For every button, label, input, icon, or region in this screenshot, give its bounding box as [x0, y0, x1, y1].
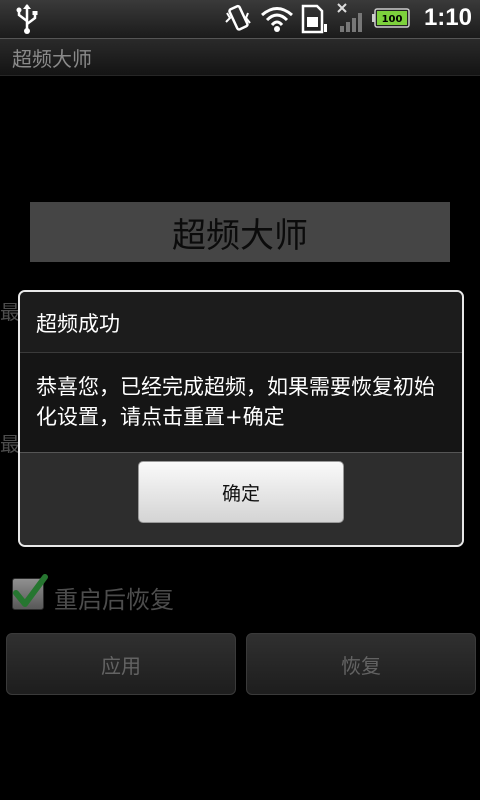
battery-icon: 100 — [372, 8, 410, 28]
vibrate-icon — [225, 4, 251, 31]
ok-button[interactable]: 确定 — [138, 461, 344, 523]
dialog-message: 恭喜您，已经完成超频，如果需要恢复初始化设置，请点击重置+确定 — [36, 375, 435, 429]
clock: 1:10 — [423, 4, 472, 31]
window-title: 超频大师 — [12, 47, 92, 71]
dialog-title-bar: 超频成功 — [20, 292, 462, 353]
svg-text:100: 100 — [382, 14, 403, 25]
success-dialog: 超频成功 恭喜您，已经完成超频，如果需要恢复初始化设置，请点击重置+确定 确定 — [18, 290, 464, 547]
wifi-icon — [261, 7, 293, 32]
status-bar: 100 1:10 — [0, 0, 480, 39]
usb-icon — [16, 4, 38, 34]
signal-icon — [337, 3, 362, 32]
dialog-title: 超频成功 — [36, 312, 120, 336]
sim-icon — [301, 4, 327, 34]
dialog-footer: 确定 — [20, 452, 462, 545]
title-bar: 超频大师 — [0, 39, 480, 76]
